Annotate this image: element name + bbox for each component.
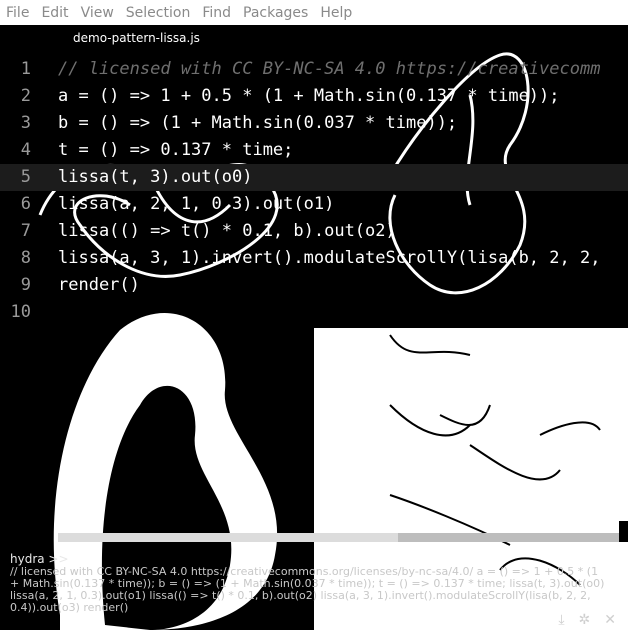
code-editor[interactable]: 1 // licensed with CC BY-NC-SA 4.0 https… [0,56,628,326]
code-line[interactable]: 4 t = () => 0.137 * time; [0,137,628,164]
close-icon[interactable]: ✕ [604,612,616,628]
menu-file[interactable]: File [0,5,35,21]
menu-selection[interactable]: Selection [120,5,197,21]
download-icon[interactable]: ⤓ [558,612,564,628]
line-number: 3 [20,113,31,133]
line-text[interactable]: b = () => (1 + Math.sin(0.037 * time)); [58,113,457,133]
tab-bar: demo-pattern-lissa.js [0,25,628,53]
line-text[interactable]: a = () => 1 + 0.5 * (1 + Math.sin(0.137 … [58,86,560,106]
menu-packages[interactable]: Packages [237,5,314,21]
line-number: 4 [20,140,31,160]
menu-bar: File Edit View Selection Find Packages H… [0,0,628,25]
line-number: 1 [20,59,31,79]
console-title: hydra >> [10,552,69,566]
hydra-console: hydra >> // licensed with CC BY-NC-SA 4.… [0,550,628,630]
code-line[interactable]: 6 lissa(a, 2, 1, 0.3).out(o1) [0,191,628,218]
line-number: 10 [10,302,31,322]
settings-icon[interactable]: ✲ [579,612,591,628]
scrollbar-end [619,521,628,542]
code-line[interactable]: 7 lissa(() => t() * 0.1, b).out(o2) [0,218,628,245]
menu-edit[interactable]: Edit [35,5,74,21]
code-line[interactable]: 9 render() [0,272,628,299]
line-number: 5 [20,167,31,187]
horizontal-scrollbar[interactable] [58,521,628,542]
console-toolbar: ⤓ ✲ ✕ [558,612,616,628]
line-text[interactable]: render() [58,275,140,295]
console-output: // licensed with CC BY-NC-SA 4.0 https:/… [10,565,605,614]
line-text[interactable]: // licensed with CC BY-NC-SA 4.0 https:/… [58,59,600,79]
line-text[interactable]: t = () => 0.137 * time; [58,140,293,160]
code-line[interactable]: 3 b = () => (1 + Math.sin(0.037 * time))… [0,110,628,137]
menu-view[interactable]: View [75,5,120,21]
code-line-current[interactable]: 5 lissa(t, 3).out(o0) [0,164,628,191]
line-number: 9 [20,275,31,295]
code-line[interactable]: 2 a = () => 1 + 0.5 * (1 + Math.sin(0.13… [0,83,628,110]
line-text[interactable]: lissa(() => t() * 0.1, b).out(o2) [58,221,396,241]
tab-demo-pattern-lissa[interactable]: demo-pattern-lissa.js [73,31,200,45]
menu-find[interactable]: Find [196,5,237,21]
line-text[interactable]: lissa(t, 3).out(o0) [58,167,252,187]
line-number: 2 [20,86,31,106]
code-line[interactable]: 1 // licensed with CC BY-NC-SA 4.0 https… [0,56,628,83]
line-number: 6 [20,194,31,214]
line-number: 8 [20,248,31,268]
line-number: 7 [20,221,31,241]
line-text[interactable]: lissa(a, 3, 1).invert().modulateScrollY(… [58,248,600,268]
line-text[interactable]: lissa(a, 2, 1, 0.3).out(o1) [58,194,334,214]
scrollbar-thumb[interactable] [58,533,398,542]
code-line[interactable]: 10 [0,299,628,326]
menu-help[interactable]: Help [314,5,358,21]
code-line[interactable]: 8 lissa(a, 3, 1).invert().modulateScroll… [0,245,628,272]
